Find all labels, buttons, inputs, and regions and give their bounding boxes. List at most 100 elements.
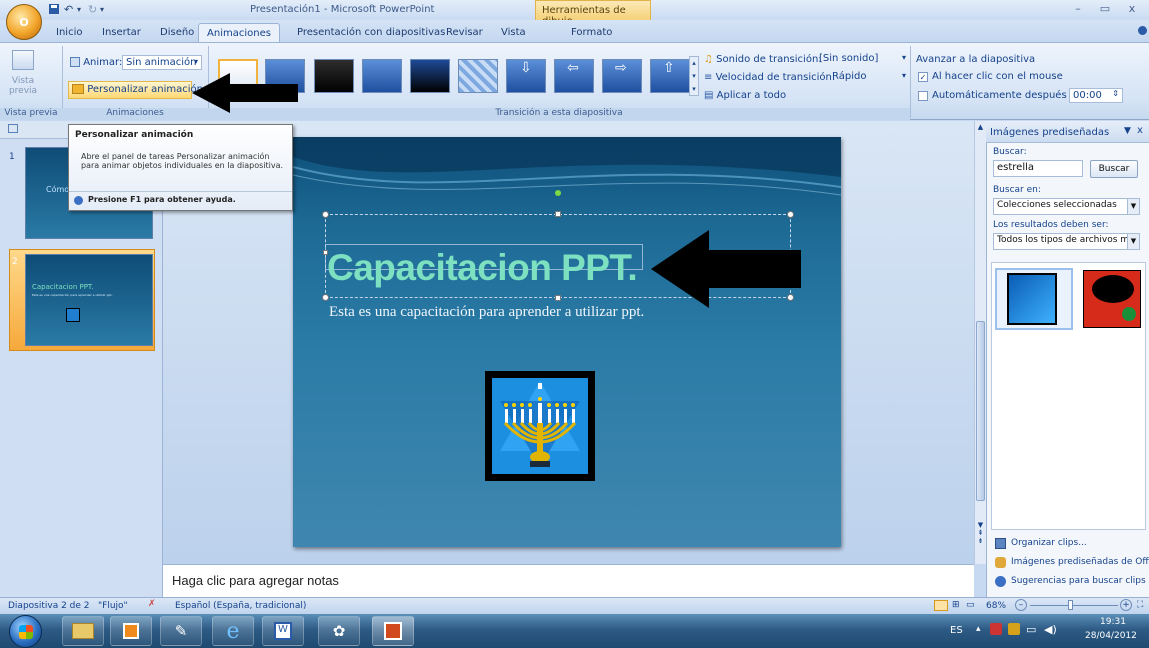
zoom-slider-thumb[interactable]: [1068, 600, 1073, 610]
resize-handle[interactable]: [787, 211, 794, 218]
zoom-level[interactable]: 68%: [986, 601, 1006, 611]
outlook-taskbar-icon[interactable]: [110, 616, 152, 646]
apply-all-button[interactable]: ▤ Aplicar a todo: [704, 90, 786, 101]
redo-icon[interactable]: ↻: [88, 3, 97, 17]
transition-cut-black[interactable]: [410, 59, 450, 93]
tab-revisar[interactable]: Revisar: [446, 24, 483, 42]
clock-time[interactable]: 19:31: [1100, 617, 1126, 627]
customize-qat-icon[interactable]: ▾: [100, 5, 104, 19]
help-icon[interactable]: [1138, 26, 1147, 35]
on-click-checkbox[interactable]: ✓: [918, 72, 928, 82]
resize-handle[interactable]: [555, 211, 561, 217]
menorah-clipart[interactable]: [485, 371, 595, 481]
clipart-result-menorah[interactable]: [995, 268, 1073, 330]
language-status[interactable]: Español (España, tradicional): [175, 601, 306, 611]
transition-dissolve[interactable]: [458, 59, 498, 93]
slide-thumbnail-2[interactable]: Capacitacion PPT. Esta es una capacitaci…: [25, 254, 153, 346]
transition-fade-black[interactable]: [314, 59, 354, 93]
results-select[interactable]: Todos los tipos de archivos mult ▼: [993, 233, 1140, 250]
resize-handle[interactable]: [322, 294, 329, 301]
restore-icon[interactable]: ▭: [1094, 2, 1116, 18]
save-icon[interactable]: [48, 3, 60, 17]
update-tray-icon[interactable]: [1008, 623, 1020, 635]
input-language[interactable]: ES: [950, 625, 963, 636]
preview-button[interactable]: Vista previa: [8, 50, 38, 105]
internet-explorer-taskbar-icon[interactable]: e: [212, 616, 254, 646]
rotate-handle[interactable]: [555, 190, 561, 196]
theme-name: "Flujo": [98, 601, 128, 611]
slide-title[interactable]: Capacitacion PPT.: [327, 247, 638, 289]
normal-view-icon[interactable]: [934, 600, 948, 611]
speed-select[interactable]: Rápido ▾: [829, 70, 908, 85]
tab-presentacion[interactable]: Presentación con diapositivas: [297, 24, 445, 42]
notes-pane[interactable]: Haga clic para agregar notas: [163, 564, 974, 597]
office-clipart-link[interactable]: Imágenes prediseñadas de Office: [1011, 557, 1149, 567]
word-taskbar-icon[interactable]: W: [262, 616, 304, 646]
transition-push-left[interactable]: ⇦: [554, 59, 594, 93]
tab-animaciones[interactable]: Animaciones: [198, 23, 280, 43]
paint-palette-taskbar-icon[interactable]: ✿: [318, 616, 360, 646]
notes-placeholder: Haga clic para agregar notas: [172, 573, 339, 588]
resize-handle[interactable]: [322, 211, 329, 218]
zoom-slider[interactable]: [1030, 605, 1118, 606]
paint-taskbar-icon[interactable]: ✎: [160, 616, 202, 646]
search-tips-link[interactable]: Sugerencias para buscar clips: [1011, 576, 1146, 586]
organize-clips-link[interactable]: Organizar clips...: [1011, 538, 1087, 548]
zoom-out-icon[interactable]: –: [1015, 599, 1027, 611]
tab-insertar[interactable]: Insertar: [102, 24, 141, 42]
auto-advance-time[interactable]: 00:00 ⇕: [1069, 88, 1123, 103]
slide-subtitle[interactable]: Esta es una capacitación para aprender a…: [329, 304, 644, 321]
search-label: Buscar:: [993, 147, 1027, 157]
resize-handle[interactable]: [555, 295, 561, 301]
search-input[interactable]: estrella: [993, 160, 1083, 177]
clock-date[interactable]: 28/04/2012: [1085, 631, 1137, 641]
undo-dropdown-icon[interactable]: ▾: [77, 5, 81, 19]
custom-animation-button[interactable]: Personalizar animación: [68, 81, 203, 99]
slides-tab-icon[interactable]: [8, 124, 18, 133]
powerpoint-taskbar-icon[interactable]: [372, 616, 414, 646]
transition-cut[interactable]: [362, 59, 402, 93]
pane-options-icon[interactable]: ▼: [1124, 126, 1131, 136]
tab-inicio[interactable]: Inicio: [56, 24, 82, 42]
slide[interactable]: Capacitacion PPT. Esta es una capacitaci…: [293, 137, 841, 547]
canvas-scrollbar[interactable]: ▲ ▼ ⇞ ⇟: [974, 121, 986, 564]
tab-vista[interactable]: Vista: [501, 24, 526, 42]
auto-advance-checkbox[interactable]: [918, 91, 928, 101]
pane-close-icon[interactable]: x: [1137, 125, 1143, 136]
group-label-transicion: Transición a esta diapositiva: [208, 108, 910, 120]
minimize-icon[interactable]: –: [1067, 2, 1089, 18]
start-button[interactable]: [9, 615, 42, 648]
sound-select[interactable]: [Sin sonido] ▾: [816, 52, 908, 67]
arrow-down-icon: ⇩: [520, 60, 532, 76]
clipart-result-telescope[interactable]: [1083, 270, 1141, 328]
help-icon: [995, 576, 1006, 587]
network-tray-icon[interactable]: ▭: [1026, 623, 1036, 636]
scroll-thumb[interactable]: [976, 321, 985, 501]
security-tray-icon[interactable]: [990, 623, 1002, 635]
slideshow-view-icon[interactable]: ▭: [966, 600, 975, 610]
search-button[interactable]: Buscar: [1090, 160, 1138, 178]
spellcheck-icon[interactable]: ✗: [148, 599, 156, 609]
transition-push-up[interactable]: ⇧: [650, 59, 690, 93]
close-icon[interactable]: x: [1121, 2, 1143, 18]
animar-select[interactable]: Sin animación ▾: [122, 55, 202, 70]
fit-window-icon[interactable]: ⛶: [1137, 600, 1143, 610]
search-in-label: Buscar en:: [993, 185, 1041, 195]
scroll-up-icon[interactable]: ▲: [975, 123, 986, 131]
office-button[interactable]: O: [6, 4, 42, 40]
organize-clips-icon: [995, 538, 1006, 549]
scroll-down-icon[interactable]: ▼ ⇞ ⇟: [975, 521, 986, 545]
sorter-view-icon[interactable]: ⊞: [952, 600, 960, 610]
zoom-in-icon[interactable]: +: [1120, 599, 1132, 611]
gallery-scroll[interactable]: ▴ ▾ ▾: [689, 56, 699, 96]
transition-push-down[interactable]: ⇩: [506, 59, 546, 93]
tab-formato[interactable]: Formato: [571, 24, 612, 42]
search-in-select[interactable]: Colecciones seleccionadas ▼: [993, 198, 1140, 215]
show-hidden-icons[interactable]: ▴: [976, 624, 981, 634]
transition-push-right[interactable]: ⇨: [602, 59, 642, 93]
volume-tray-icon[interactable]: ◀): [1044, 623, 1057, 636]
tab-diseno[interactable]: Diseño: [160, 24, 194, 42]
explorer-taskbar-icon[interactable]: [62, 616, 104, 646]
undo-icon[interactable]: ↶: [64, 3, 73, 17]
animar-select-value: Sin animación: [126, 57, 197, 68]
